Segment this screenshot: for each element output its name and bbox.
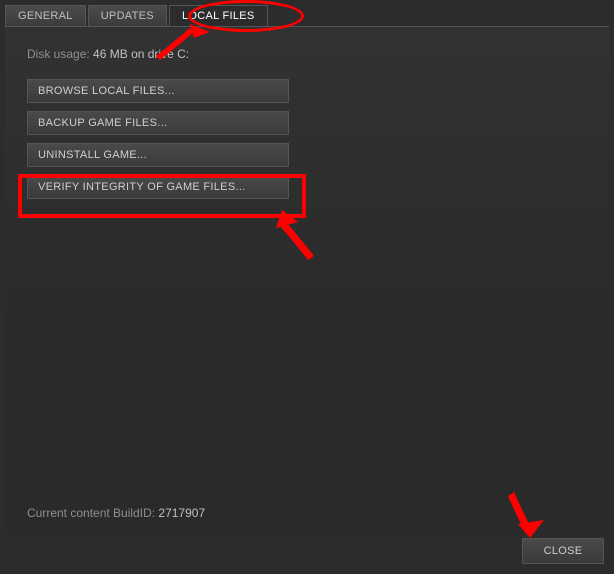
local-files-panel: Disk usage: 46 MB on drive C: BROWSE LOC…: [5, 27, 609, 534]
disk-usage-value: 46 MB on drive C:: [93, 47, 189, 61]
button-label: BROWSE LOCAL FILES...: [38, 85, 175, 97]
build-id-value: 2717907: [158, 506, 205, 520]
button-label: CLOSE: [544, 545, 583, 557]
tab-updates[interactable]: UPDATES: [88, 5, 167, 27]
tab-general[interactable]: GENERAL: [5, 5, 86, 27]
button-label: UNINSTALL GAME...: [38, 149, 147, 161]
backup-game-files-button[interactable]: BACKUP GAME FILES...: [27, 111, 289, 135]
tab-label: UPDATES: [101, 10, 154, 22]
button-label: BACKUP GAME FILES...: [38, 117, 167, 129]
verify-integrity-button[interactable]: VERIFY INTEGRITY OF GAME FILES...: [27, 175, 289, 199]
browse-local-files-button[interactable]: BROWSE LOCAL FILES...: [27, 79, 289, 103]
tab-label: LOCAL FILES: [182, 10, 255, 22]
tab-bar: GENERAL UPDATES LOCAL FILES: [5, 5, 270, 27]
tab-label: GENERAL: [18, 10, 73, 22]
uninstall-game-button[interactable]: UNINSTALL GAME...: [27, 143, 289, 167]
tab-local-files[interactable]: LOCAL FILES: [169, 5, 268, 27]
properties-window: GENERAL UPDATES LOCAL FILES Disk usage: …: [0, 0, 614, 574]
build-id-label: Current content BuildID: [27, 506, 152, 520]
disk-usage-text: Disk usage: 46 MB on drive C:: [27, 47, 587, 61]
close-button[interactable]: CLOSE: [522, 538, 604, 564]
build-id-text: Current content BuildID: 2717907: [27, 506, 205, 520]
disk-usage-label: Disk usage: [27, 47, 86, 61]
button-label: VERIFY INTEGRITY OF GAME FILES...: [38, 181, 246, 193]
